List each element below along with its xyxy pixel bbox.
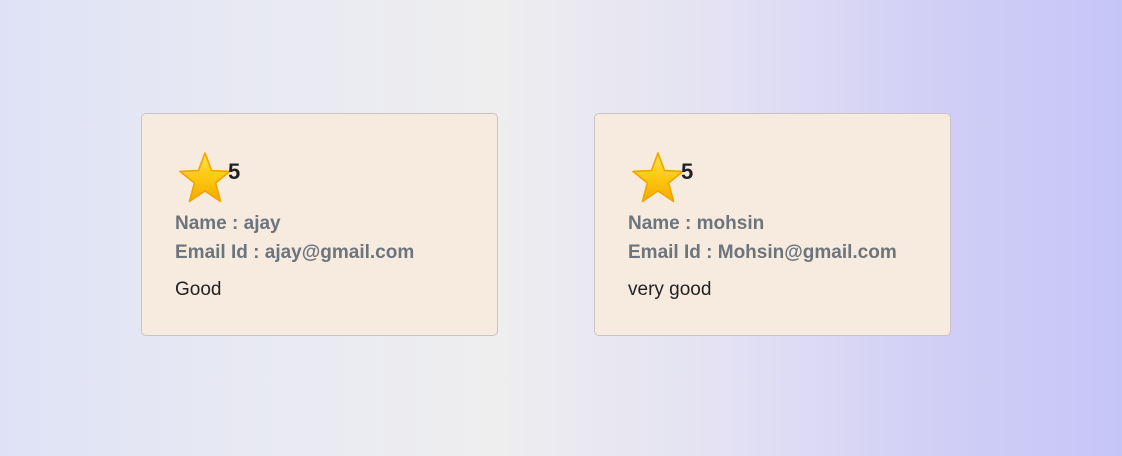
- reviewer-name: Name : mohsin: [628, 213, 764, 235]
- name-label: Name :: [175, 213, 244, 234]
- rating-value: 5: [228, 159, 241, 184]
- reviewer-email: Email Id : Mohsin@gmail.com: [628, 242, 897, 264]
- review-comment: very good: [628, 279, 712, 300]
- email-label: Email Id :: [628, 242, 718, 263]
- star-icon: [632, 152, 684, 203]
- reviewer-email: Email Id : ajay@gmail.com: [175, 242, 414, 264]
- star-icon: [179, 152, 231, 203]
- name-label: Name :: [628, 213, 697, 234]
- email-value: ajay@gmail.com: [264, 242, 415, 263]
- review-card: 5 Name : ajay Email Id : ajay@gmail.com …: [141, 113, 498, 336]
- rating-row: 5: [177, 151, 240, 205]
- rating-value: 5: [681, 159, 694, 184]
- rating-row: 5: [630, 151, 693, 205]
- email-value: Mohsin@gmail.com: [717, 242, 897, 263]
- review-comment: Good: [175, 279, 222, 300]
- email-label: Email Id :: [175, 242, 265, 263]
- reviewer-name: Name : ajay: [175, 213, 281, 235]
- review-card: 5 Name : mohsin Email Id : Mohsin@gmail.…: [594, 113, 951, 336]
- name-value: mohsin: [696, 213, 765, 234]
- name-value: ajay: [243, 213, 281, 234]
